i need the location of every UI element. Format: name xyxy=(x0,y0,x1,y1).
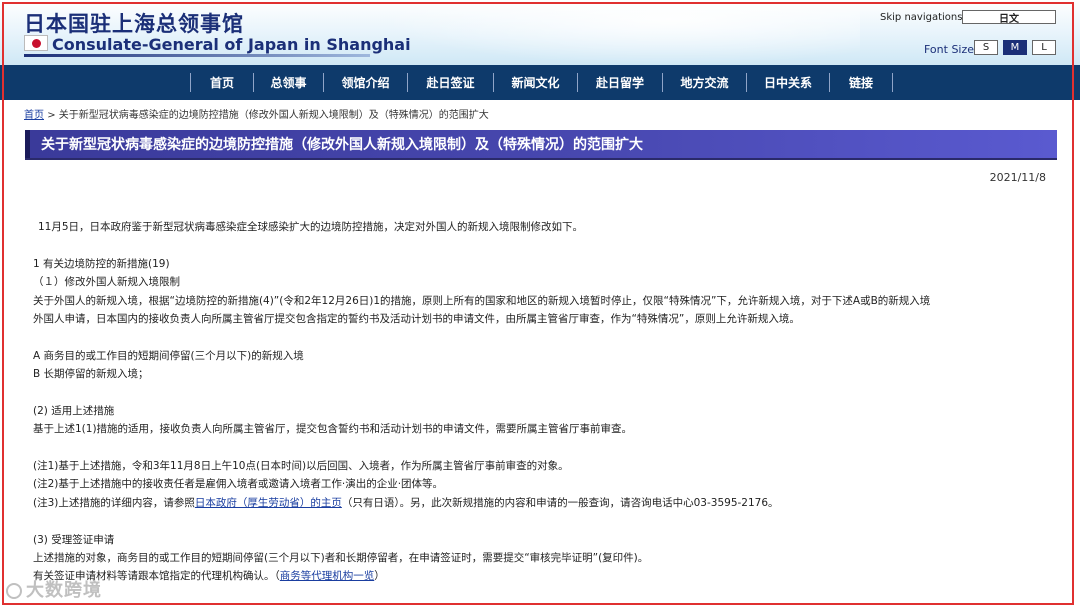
font-size-medium-button[interactable]: M xyxy=(1003,40,1027,55)
nav-item-about[interactable]: 领馆介绍 xyxy=(324,65,407,100)
font-size-label: Font Size xyxy=(924,43,975,56)
nav-separator xyxy=(892,73,893,92)
main-nav: 首页 总领事 领馆介绍 赴日签证 新闻文化 赴日留学 地方交流 日中关系 链接 xyxy=(0,65,1080,100)
section-2-paragraph: 基于上述1(1)措施的适用，接收负责人向所属主管省厅，提交包含誓约书和活动计划书… xyxy=(33,423,633,435)
font-size-large-button[interactable]: L xyxy=(1032,40,1056,55)
nav-item-home[interactable]: 首页 xyxy=(191,65,253,100)
note-2: (注2)基于上述措施中的接收责任者是雇佣入境者或邀请入境者工作·演出的企业·团体… xyxy=(33,478,444,490)
agency-line-suffix: ） xyxy=(374,570,385,582)
watermark-logo-icon xyxy=(6,583,22,599)
agency-list-link[interactable]: 商务等代理机构一览 xyxy=(280,570,375,582)
item-a: A 商务目的或工作目的短期间停留(三个月以下)的新规入境 xyxy=(33,350,304,362)
nav-item-relations[interactable]: 日中关系 xyxy=(747,65,829,100)
note-3-suffix: （只有日语）。另，此次新规措施的内容和申请的一般查询，请咨询电话中心03-359… xyxy=(341,497,779,509)
font-size-small-button[interactable]: S xyxy=(974,40,998,55)
note-3-prefix: (注3)上述措施的详细内容，请参照 xyxy=(33,497,195,509)
site-title-en[interactable]: Consulate-General of Japan in Shanghai xyxy=(52,35,411,54)
section-1-paragraph-line1: 关于外国人的新规入境，根据“边境防控的新措施(4)”(令和2年12月26日)1的… xyxy=(33,295,931,307)
breadcrumb-home-link[interactable]: 首页 xyxy=(24,110,44,121)
nav-item-consul-general[interactable]: 总领事 xyxy=(254,65,323,100)
nav-item-links[interactable]: 链接 xyxy=(830,65,892,100)
header-background xyxy=(380,0,860,65)
title-underline xyxy=(24,54,370,57)
section-3-paragraph: 上述措施的对象，商务目的或工作目的短期间停留(三个月以下)者和长期停留者，在申请… xyxy=(33,552,649,564)
watermark-text: 大数跨境 xyxy=(26,580,102,601)
section-1-heading: 1 有关边境防控的新措施(19) xyxy=(33,258,170,270)
page-title: 关于新型冠状病毒感染症的边境防控措施（修改外国人新规入境限制）及（特殊情况）的范… xyxy=(25,130,1057,160)
section-2-heading: (2) 适用上述措施 xyxy=(33,405,115,417)
note-1: (注1)基于上述措施，令和3年11月8日上午10点(日本时间)以后回国、入境者，… xyxy=(33,460,569,472)
skip-navigation-link[interactable]: Skip navigations xyxy=(880,12,962,23)
note-3: (注3)上述措施的详细内容，请参照日本政府（厚生劳动省）的主页（只有日语）。另，… xyxy=(33,495,779,510)
section-3-heading: (3) 受理签证申请 xyxy=(33,534,115,546)
site-header: 日本国驻上海总领事馆 Consulate-General of Japan in… xyxy=(0,0,1080,65)
site-title-cn[interactable]: 日本国驻上海总领事馆 xyxy=(24,8,244,38)
nav-item-study[interactable]: 赴日留学 xyxy=(578,65,662,100)
item-b: B 长期停留的新规入境； xyxy=(33,368,149,380)
section-1-subheading: （１）修改外国人新规入境限制 xyxy=(33,276,180,288)
language-button[interactable]: 日文 xyxy=(962,10,1056,25)
japan-flag-icon xyxy=(24,35,48,51)
nav-item-local-exchange[interactable]: 地方交流 xyxy=(663,65,746,100)
breadcrumb: 首页 > 关于新型冠状病毒感染症的边境防控措施（修改外国人新规入境限制）及（特殊… xyxy=(24,106,489,121)
breadcrumb-separator: > xyxy=(47,110,56,121)
section-1-paragraph-line2: 外国人申请，日本国内的接收负责人向所属主管省厅提交包含指定的誓约书及活动计划书的… xyxy=(33,313,800,325)
breadcrumb-current: 关于新型冠状病毒感染症的边境防控措施（修改外国人新规入境限制）及（特殊情况）的范… xyxy=(58,110,489,121)
nav-item-visa[interactable]: 赴日签证 xyxy=(408,65,493,100)
mhlw-homepage-link[interactable]: 日本政府（厚生劳动省）的主页 xyxy=(195,497,342,509)
publish-date: 2021/11/8 xyxy=(989,171,1046,184)
intro-paragraph: 11月5日，日本政府鉴于新型冠状病毒感染症全球感染扩大的边境防控措施，决定对外国… xyxy=(38,221,584,233)
nav-item-news-culture[interactable]: 新闻文化 xyxy=(494,65,577,100)
watermark: 大数跨境 xyxy=(6,576,102,602)
